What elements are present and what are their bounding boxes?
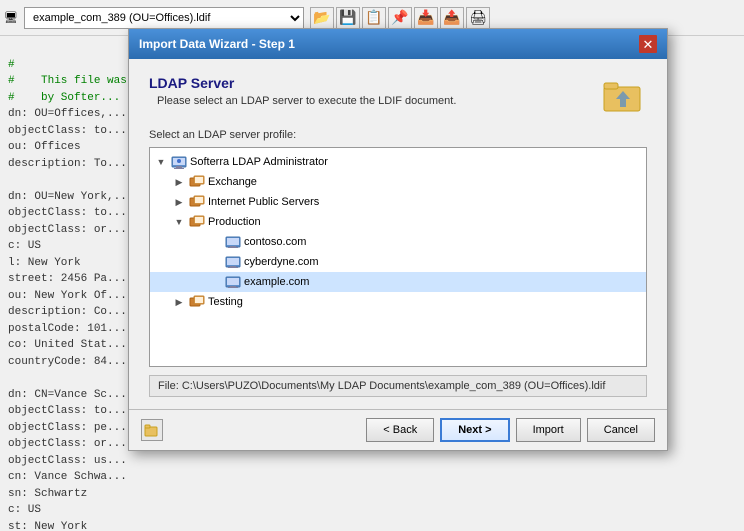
file-path-bar: File: C:\Users\PUZO\Documents\My LDAP Do…: [149, 375, 647, 397]
contoso-label: contoso.com: [244, 236, 306, 248]
app-icon: 🖥: [4, 11, 18, 24]
tree-exchange[interactable]: Exchange: [150, 172, 646, 192]
root-toggle[interactable]: [154, 155, 168, 169]
ldap-server-tree[interactable]: Softerra LDAP Administrator Exchange Int…: [149, 147, 647, 367]
production-toggle[interactable]: [172, 215, 186, 229]
tree-production[interactable]: Production: [150, 212, 646, 232]
open-btn[interactable]: 📂: [310, 7, 334, 29]
dialog-body: LDAP Server Please select an LDAP server…: [129, 59, 667, 409]
section-desc: Please select an LDAP server to execute …: [157, 95, 456, 107]
tree-cyberdyne[interactable]: cyberdyne.com: [150, 252, 646, 272]
dialog-header-text: LDAP Server Please select an LDAP server…: [149, 75, 456, 107]
tree-contoso[interactable]: contoso.com: [150, 232, 646, 252]
next-button[interactable]: Next >: [440, 418, 509, 442]
tree-testing[interactable]: Testing: [150, 292, 646, 312]
footer-left: [141, 419, 163, 441]
example-label: example.com: [244, 276, 309, 288]
close-button[interactable]: ✕: [639, 35, 657, 53]
file-label: File:: [158, 380, 179, 392]
tree-internet-public[interactable]: Internet Public Servers: [150, 192, 646, 212]
production-icon: [189, 214, 205, 230]
print-btn[interactable]: 🖨: [466, 7, 490, 29]
folder-svg: [602, 77, 644, 113]
internet-icon: [189, 194, 205, 210]
root-icon: [171, 154, 187, 170]
server-select-label: Select an LDAP server profile:: [149, 129, 647, 141]
dialog-footer: < Back Next > Import Cancel: [129, 409, 667, 450]
tree-example[interactable]: example.com: [150, 272, 646, 292]
cyberdyne-icon: [225, 254, 241, 270]
production-label: Production: [208, 216, 261, 228]
tree-root[interactable]: Softerra LDAP Administrator: [150, 152, 646, 172]
section-title: LDAP Server: [149, 75, 456, 91]
contoso-icon: [225, 234, 241, 250]
dialog-titlebar: Import Data Wizard - Step 1 ✕: [129, 29, 667, 59]
import-wizard-dialog: Import Data Wizard - Step 1 ✕ LDAP Serve…: [128, 28, 668, 451]
exchange-icon: [189, 174, 205, 190]
example-icon: [225, 274, 241, 290]
footer-right: < Back Next > Import Cancel: [366, 418, 655, 442]
save-btn[interactable]: 💾: [336, 7, 360, 29]
dialog-header-section: LDAP Server Please select an LDAP server…: [149, 75, 647, 115]
internet-label: Internet Public Servers: [208, 196, 319, 208]
testing-toggle[interactable]: [172, 295, 186, 309]
folder-icon: [599, 75, 647, 115]
back-button[interactable]: < Back: [366, 418, 434, 442]
internet-toggle[interactable]: [172, 195, 186, 209]
paste-btn[interactable]: 📌: [388, 7, 412, 29]
copy-btn[interactable]: 📋: [362, 7, 386, 29]
file-selector[interactable]: example_com_389 (OU=Offices).ldif: [24, 7, 304, 29]
export-btn[interactable]: 📤: [440, 7, 464, 29]
import-button[interactable]: Import: [516, 418, 581, 442]
file-path: C:\Users\PUZO\Documents\My LDAP Document…: [182, 380, 606, 392]
exchange-toggle[interactable]: [172, 175, 186, 189]
cancel-button[interactable]: Cancel: [587, 418, 655, 442]
cyberdyne-label: cyberdyne.com: [244, 256, 319, 268]
exchange-label: Exchange: [208, 176, 257, 188]
file-open-icon-btn[interactable]: [141, 419, 163, 441]
testing-label: Testing: [208, 296, 243, 308]
import-btn[interactable]: 📥: [414, 7, 438, 29]
testing-icon: [189, 294, 205, 310]
root-label: Softerra LDAP Administrator: [190, 156, 328, 168]
dialog-title: Import Data Wizard - Step 1: [139, 37, 295, 51]
